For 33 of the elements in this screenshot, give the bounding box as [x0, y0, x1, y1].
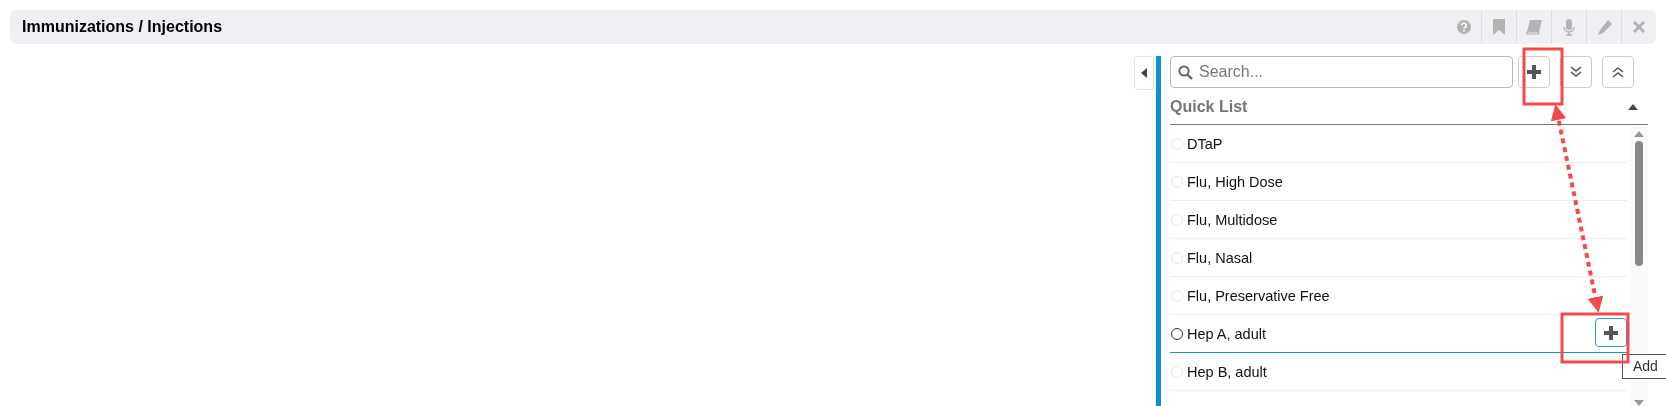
item-label: Flu, Preservative Free [1187, 287, 1330, 304]
page-title: Immunizations / Injections [22, 18, 223, 36]
collapse-button[interactable] [1134, 56, 1154, 90]
search-field[interactable]: Search... [1170, 56, 1513, 88]
list-item[interactable]: Flu, Nasal [1170, 239, 1628, 277]
highlight-frame [1522, 47, 1564, 106]
caret-icon [1141, 68, 1147, 78]
scroll-down-icon[interactable] [1634, 400, 1644, 406]
item-label: Flu, High Dose [1187, 173, 1283, 190]
list-item[interactable]: Flu, Multidose [1170, 201, 1628, 239]
double-chevron-down-icon [1570, 66, 1582, 78]
plus-icon [1526, 64, 1542, 80]
add-button[interactable] [1595, 318, 1627, 347]
add-button[interactable] [1518, 56, 1550, 88]
expand-all-button[interactable] [1560, 56, 1592, 88]
item-label: DTaP [1187, 135, 1223, 152]
caret-icon[interactable] [1628, 104, 1638, 110]
highlight-frame [1560, 312, 1630, 364]
section-title: Quick List [1170, 98, 1248, 116]
list-item[interactable]: Flu, Preservative Free [1170, 277, 1628, 315]
scroll-up-icon[interactable] [1634, 131, 1644, 137]
tooltip: Add [1622, 354, 1666, 379]
scrollbar-thumb[interactable] [1635, 141, 1643, 266]
list-item[interactable]: DTaP [1170, 125, 1628, 163]
plus-icon [1603, 324, 1619, 341]
double-chevron-up-icon [1612, 66, 1624, 78]
item-label: Flu, Nasal [1187, 249, 1253, 266]
item-label: Flu, Multidose [1187, 211, 1278, 228]
list-item[interactable]: Flu, High Dose [1170, 163, 1628, 201]
list-item[interactable]: Hep A, adult [1170, 315, 1628, 353]
item-label: Hep A, adult [1187, 325, 1266, 342]
item-label: Hep B, adult [1187, 363, 1267, 380]
collapse-all-button[interactable] [1602, 56, 1634, 88]
